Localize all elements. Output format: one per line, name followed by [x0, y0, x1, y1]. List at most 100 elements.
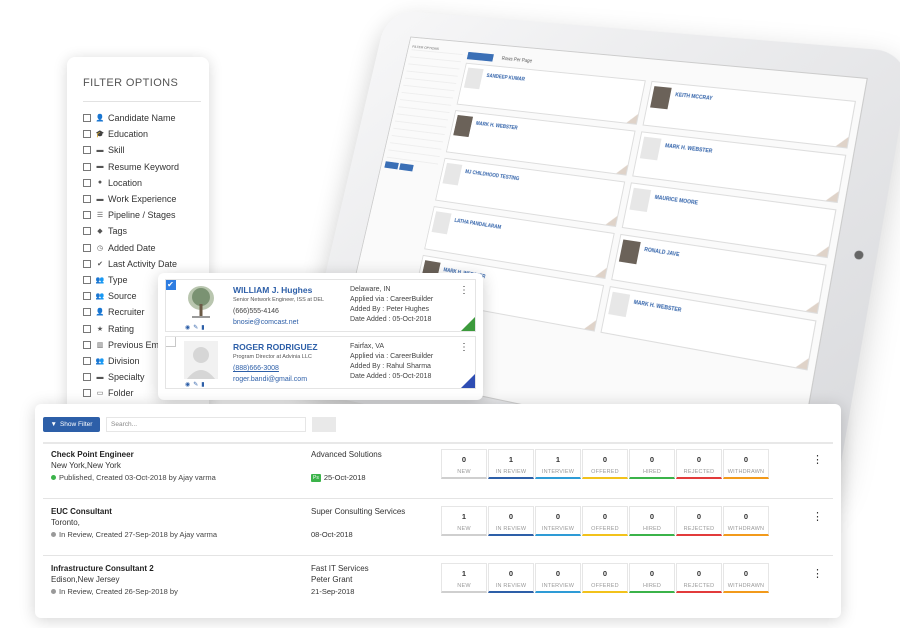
filter-checkbox[interactable]: [83, 227, 91, 236]
more-options-icon[interactable]: ⋮: [812, 453, 823, 466]
eye-icon[interactable]: ◉: [185, 324, 190, 331]
filter-checkbox[interactable]: [83, 211, 91, 220]
filter-item-label: Tags: [108, 226, 128, 237]
filter-checkbox[interactable]: [83, 130, 91, 139]
job-row[interactable]: EUC Consultant Toronto, In Review, Created…: [43, 506, 833, 556]
search-button[interactable]: [312, 416, 336, 432]
stage-withdrawn[interactable]: 0 WITHDRAWN: [723, 563, 769, 593]
candidate-card[interactable]: ◉ ✎ ▮ ROGER RODRIGUEZ Program Director a…: [165, 336, 476, 389]
stage-new[interactable]: 1 NEW: [441, 563, 487, 593]
filter-checkbox[interactable]: [83, 340, 91, 349]
stage-label: NEW: [457, 583, 471, 589]
bookmark-icon[interactable]: ▮: [201, 381, 204, 388]
candidate-card[interactable]: ✔ ◉ ✎ ▮ WILLIAM J. Hughes Senior Network…: [165, 279, 476, 332]
stage-count: 0: [696, 512, 702, 521]
candidate-select-checkbox[interactable]: [166, 337, 176, 347]
filter-checkbox[interactable]: [83, 373, 91, 382]
job-row[interactable]: Check Point Engineer New York,New York Pub…: [43, 449, 833, 499]
stage-new[interactable]: 0 NEW: [441, 449, 487, 479]
candidate-location: Fairfax, VA: [350, 343, 385, 350]
stage-rejected[interactable]: 0 REJECTED: [676, 563, 722, 593]
filter-item[interactable]: ▬ Resume Keyword: [83, 159, 209, 175]
filter-item[interactable]: ☰ Pipeline / Stages: [83, 207, 209, 223]
stage-withdrawn[interactable]: 0 WITHDRAWN: [723, 449, 769, 479]
candidate-applied-via: Applied via : CareerBuilder: [350, 296, 434, 303]
candidate-select-checkbox[interactable]: ✔: [166, 280, 176, 290]
filter-item[interactable]: ▬ Skill: [83, 142, 209, 158]
stage-withdrawn[interactable]: 0 WITHDRAWN: [723, 506, 769, 536]
filter-item[interactable]: 🎓 Education: [83, 126, 209, 142]
stage-interview[interactable]: 1 INTERVIEW: [535, 449, 581, 479]
search-input[interactable]: [106, 416, 306, 432]
stage-hired[interactable]: 0 HIRED: [629, 506, 675, 536]
job-title[interactable]: Check Point Engineer: [51, 450, 134, 459]
more-options-icon[interactable]: ⋮: [812, 567, 823, 580]
stage-hired[interactable]: 0 HIRED: [629, 449, 675, 479]
candidate-email[interactable]: roger.bandi@gmail.com: [233, 376, 307, 383]
stage-rejected[interactable]: 0 REJECTED: [676, 506, 722, 536]
filter-item[interactable]: ✔ Last Activity Date: [83, 256, 209, 272]
filter-checkbox[interactable]: [83, 275, 91, 284]
filter-item-label: Type: [108, 274, 128, 285]
stage-offered[interactable]: 0 OFFERED: [582, 506, 628, 536]
filter-item[interactable]: ◷ Added Date: [83, 240, 209, 256]
filter-item-label: Added Date: [108, 242, 156, 253]
filter-item[interactable]: 👤 Candidate Name: [83, 110, 209, 126]
edit-icon[interactable]: ✎: [193, 324, 198, 331]
stage-in-review[interactable]: 1 IN REVIEW: [488, 449, 534, 479]
edit-icon[interactable]: ✎: [193, 381, 198, 388]
filter-item-label: Skill: [108, 145, 125, 156]
job-client-name: Advanced Solutions: [311, 450, 382, 459]
stage-interview[interactable]: 0 INTERVIEW: [535, 506, 581, 536]
job-location: Toronto,: [51, 518, 80, 527]
job-title[interactable]: Infrastructure Consultant 2: [51, 564, 154, 573]
stage-hired[interactable]: 0 HIRED: [629, 563, 675, 593]
filter-checkbox[interactable]: [83, 356, 91, 365]
filter-checkbox[interactable]: [83, 243, 91, 252]
stage-offered[interactable]: 0 OFFERED: [582, 563, 628, 593]
more-options-icon[interactable]: ⋮: [459, 286, 469, 296]
tablet-apply-button[interactable]: [384, 161, 399, 170]
filter-item[interactable]: ▬ Work Experience: [83, 191, 209, 207]
stage-new[interactable]: 1 NEW: [441, 506, 487, 536]
filter-item[interactable]: ◆ Tags: [83, 223, 209, 239]
filter-checkbox[interactable]: [83, 146, 91, 155]
candidate-name[interactable]: ROGER RODRIGUEZ: [233, 342, 318, 352]
candidate-phone[interactable]: (888)666-3008: [233, 365, 279, 372]
filter-item-label: Education: [108, 129, 149, 140]
stage-interview[interactable]: 0 INTERVIEW: [535, 563, 581, 593]
filter-checkbox[interactable]: [83, 259, 91, 268]
filter-checkbox[interactable]: [83, 324, 91, 333]
stage-count: 0: [602, 569, 608, 578]
stage-offered[interactable]: 0 OFFERED: [582, 449, 628, 479]
candidate-email[interactable]: bnosie@comcast.net: [233, 319, 298, 326]
filter-checkbox[interactable]: [83, 292, 91, 301]
tablet-clear-button[interactable]: [399, 163, 414, 172]
show-filter-button[interactable]: ▼ Show Filter: [43, 416, 100, 432]
filter-checkbox[interactable]: [83, 114, 91, 123]
filter-checkbox[interactable]: [83, 162, 91, 171]
tablet-toolbar-button[interactable]: [466, 51, 494, 62]
stage-in-review[interactable]: 0 IN REVIEW: [488, 563, 534, 593]
filter-item-label: Candidate Name: [108, 113, 176, 124]
more-options-icon[interactable]: ⋮: [812, 510, 823, 523]
filter-item[interactable]: ● Location: [83, 175, 209, 191]
stage-count: 0: [555, 569, 561, 578]
stage-in-review[interactable]: 0 IN REVIEW: [488, 506, 534, 536]
filter-checkbox[interactable]: [83, 389, 91, 398]
filter-checkbox[interactable]: [83, 308, 91, 317]
stage-count: 0: [743, 512, 749, 521]
candidate-name[interactable]: WILLIAM J. Hughes: [233, 285, 312, 295]
stage-label: OFFERED: [591, 526, 619, 532]
more-options-icon[interactable]: ⋮: [459, 343, 469, 353]
filter-checkbox[interactable]: [83, 178, 91, 187]
stage-label: IN REVIEW: [495, 583, 527, 589]
stage-rejected[interactable]: 0 REJECTED: [676, 449, 722, 479]
job-date: 08-Oct-2018: [311, 530, 353, 539]
eye-icon[interactable]: ◉: [185, 381, 190, 388]
job-title[interactable]: EUC Consultant: [51, 507, 112, 516]
bookmark-icon[interactable]: ▮: [201, 324, 204, 331]
job-row[interactable]: Infrastructure Consultant 2 Edison,New Je…: [43, 563, 833, 613]
filter-checkbox[interactable]: [83, 195, 91, 204]
briefcase-icon: ▬: [96, 195, 104, 203]
